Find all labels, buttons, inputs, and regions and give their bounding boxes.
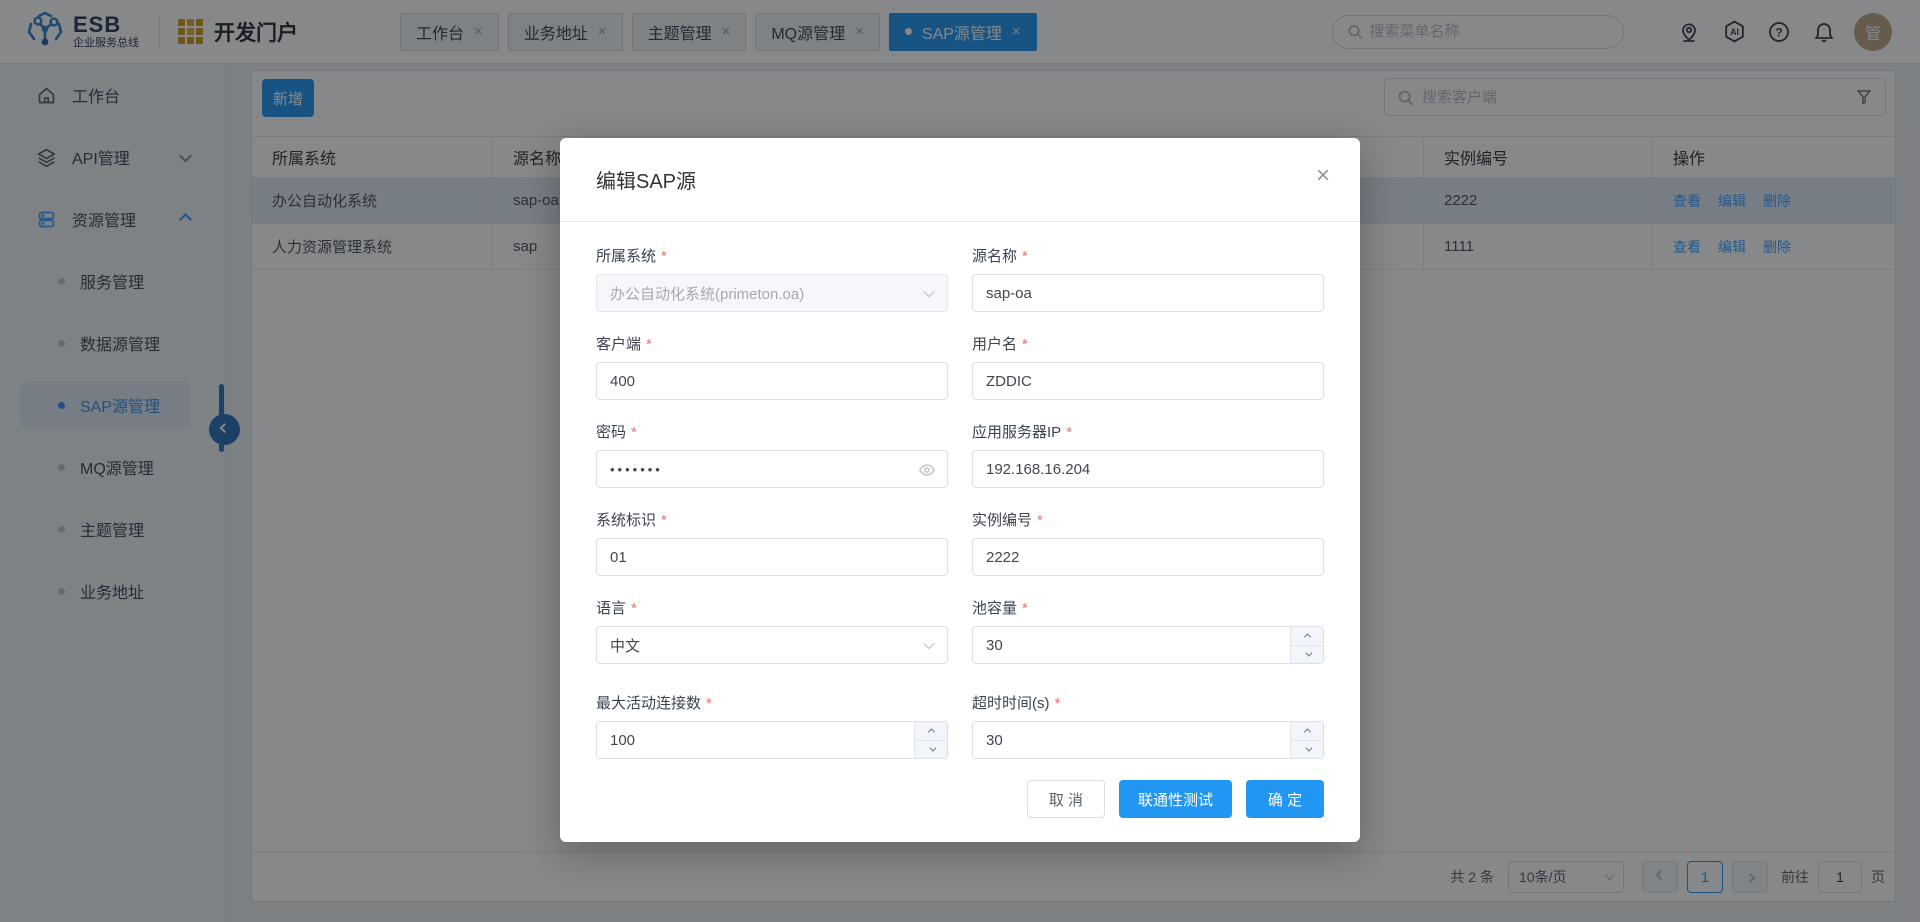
field-label: 客户端	[596, 336, 641, 353]
field-label: 系统标识	[596, 512, 656, 529]
number-spinner	[1290, 627, 1323, 663]
cancel-button[interactable]: 取 消	[1027, 780, 1105, 818]
dialog-footer: 取 消 联通性测试 确 定	[1027, 780, 1324, 818]
eye-icon[interactable]	[918, 461, 936, 483]
client-input[interactable]: 400	[596, 362, 948, 400]
required-mark: *	[631, 600, 637, 617]
field-value: 2222	[986, 549, 1019, 566]
field-value: 192.168.16.204	[986, 461, 1090, 478]
number-spinner	[1290, 722, 1323, 758]
chevron-down-icon	[923, 286, 934, 297]
field-value: 400	[610, 373, 635, 390]
field-label: 所属系统	[596, 248, 656, 265]
dialog-form: 所属系统 * 办公自动化系统(primeton.oa) 源名称 * sap-oa 客…	[560, 222, 1360, 780]
required-mark: *	[706, 695, 712, 712]
field-value: sap-oa	[986, 285, 1032, 302]
field-value: ZDDIC	[986, 373, 1032, 390]
field-value: 中文	[610, 635, 640, 656]
field-label: 实例编号	[972, 512, 1032, 529]
edit-sap-source-dialog: 编辑SAP源 × 所属系统 * 办公自动化系统(primeton.oa) 源名称 *…	[560, 138, 1360, 842]
field-timeout: 超时时间(s) * 30	[972, 692, 1324, 759]
field-source-name: 源名称 * sap-oa	[972, 245, 1324, 312]
field-value: 30	[986, 637, 1003, 654]
decrement-button[interactable]	[1291, 646, 1323, 664]
instance-number-input[interactable]: 2222	[972, 538, 1324, 576]
field-owner-system: 所属系统 * 办公自动化系统(primeton.oa)	[596, 245, 948, 312]
number-spinner	[914, 722, 947, 758]
field-client: 客户端 * 400	[596, 333, 948, 400]
required-mark: *	[661, 512, 667, 529]
field-system-id: 系统标识 * 01	[596, 509, 948, 576]
close-icon[interactable]: ×	[1316, 164, 1330, 188]
pool-capacity-stepper[interactable]: 30	[972, 626, 1324, 664]
required-mark: *	[1066, 424, 1072, 441]
field-language: 语言 * 中文	[596, 597, 948, 664]
source-name-input[interactable]: sap-oa	[972, 274, 1324, 312]
field-label: 最大活动连接数	[596, 695, 701, 712]
field-password: 密码 * •••••••	[596, 421, 948, 488]
field-value: •••••••	[610, 462, 663, 477]
field-value: 100	[610, 732, 635, 749]
required-mark: *	[1055, 695, 1061, 712]
required-mark: *	[1022, 248, 1028, 265]
field-value: 30	[986, 732, 1003, 749]
field-value: 01	[610, 549, 627, 566]
field-label: 用户名	[972, 336, 1017, 353]
confirm-button[interactable]: 确 定	[1246, 780, 1324, 818]
field-max-active-connections: 最大活动连接数 * 100	[596, 692, 948, 759]
field-instance-number: 实例编号 * 2222	[972, 509, 1324, 576]
field-label: 超时时间(s)	[972, 695, 1050, 712]
connectivity-test-button[interactable]: 联通性测试	[1119, 780, 1232, 818]
field-label: 源名称	[972, 248, 1017, 265]
dialog-title: 编辑SAP源	[596, 165, 696, 194]
app-server-ip-input[interactable]: 192.168.16.204	[972, 450, 1324, 488]
required-mark: *	[646, 336, 652, 353]
decrement-button[interactable]	[1291, 741, 1323, 759]
field-label: 池容量	[972, 600, 1017, 617]
required-mark: *	[1022, 336, 1028, 353]
password-input[interactable]: •••••••	[596, 450, 948, 488]
system-id-input[interactable]: 01	[596, 538, 948, 576]
timeout-stepper[interactable]: 30	[972, 721, 1324, 759]
required-mark: *	[1037, 512, 1043, 529]
decrement-button[interactable]	[915, 741, 947, 759]
increment-button[interactable]	[915, 722, 947, 741]
dialog-header: 编辑SAP源 ×	[560, 138, 1360, 222]
increment-button[interactable]	[1291, 627, 1323, 646]
language-select[interactable]: 中文	[596, 626, 948, 664]
increment-button[interactable]	[1291, 722, 1323, 741]
required-mark: *	[631, 424, 637, 441]
required-mark: *	[661, 248, 667, 265]
username-input[interactable]: ZDDIC	[972, 362, 1324, 400]
chevron-down-icon	[923, 638, 934, 649]
field-app-server-ip: 应用服务器IP * 192.168.16.204	[972, 421, 1324, 488]
field-username: 用户名 * ZDDIC	[972, 333, 1324, 400]
required-mark: *	[1022, 600, 1028, 617]
field-value: 办公自动化系统(primeton.oa)	[610, 283, 804, 304]
field-label: 语言	[596, 600, 626, 617]
field-label: 应用服务器IP	[972, 424, 1061, 441]
owner-system-select[interactable]: 办公自动化系统(primeton.oa)	[596, 274, 948, 312]
max-active-connections-stepper[interactable]: 100	[596, 721, 948, 759]
app-root: ESB 企业服务总线 开发门户 工作台 × 业务地址 × 主题管理 × MQ源管…	[0, 0, 1920, 922]
field-pool-capacity: 池容量 * 30	[972, 597, 1324, 664]
field-label: 密码	[596, 424, 626, 441]
